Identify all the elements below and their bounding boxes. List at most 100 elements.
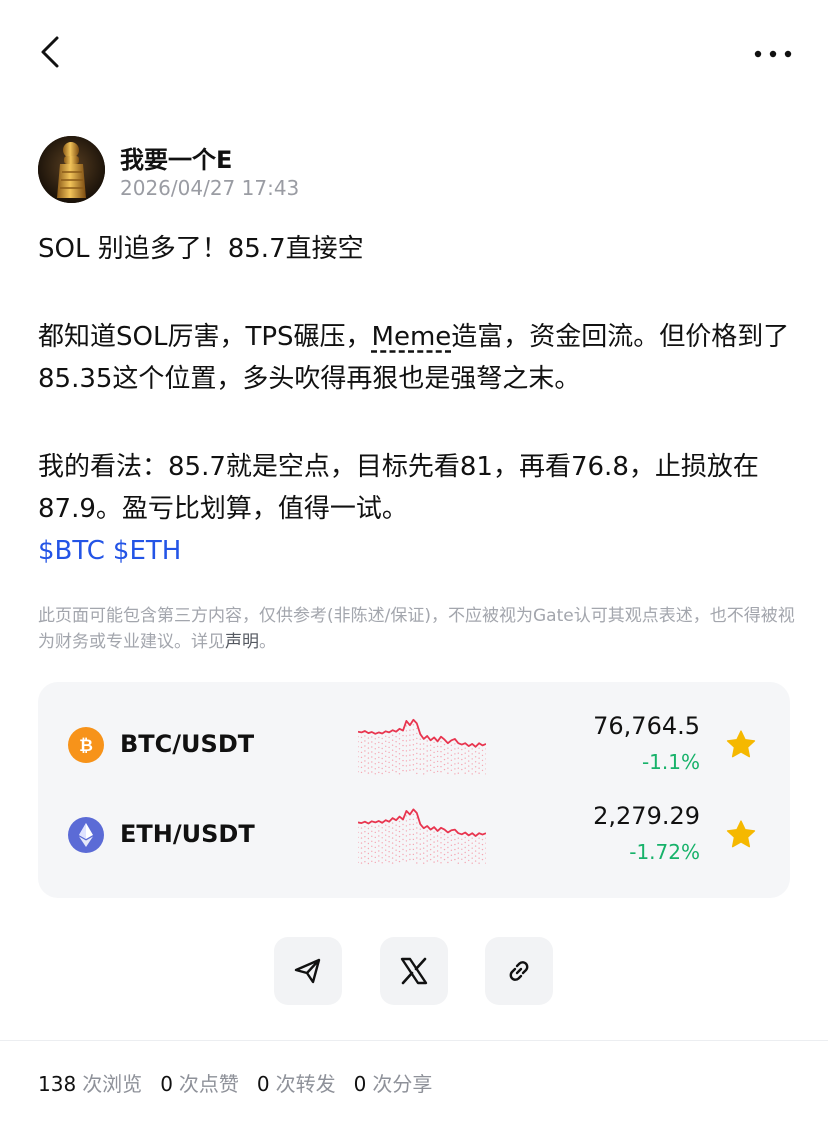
sparkline-fill-dot xyxy=(485,763,486,765)
star-icon[interactable] xyxy=(724,728,758,762)
sparkline-fill-dot xyxy=(358,826,359,829)
sparkline-fill-dot xyxy=(419,848,421,850)
sparkline-fill-dot xyxy=(416,847,418,849)
market-row-eth[interactable]: ETH/USDT 2,279.29 -1.72% xyxy=(38,790,790,880)
sparkline-fill-dot xyxy=(454,743,456,745)
sparkline-fill-dot xyxy=(402,754,404,757)
back-button[interactable] xyxy=(28,30,72,74)
sparkline-fill-dot xyxy=(423,748,425,750)
sparkline-chart xyxy=(358,718,486,775)
sparkline-fill-dot xyxy=(360,857,363,859)
sparkline-fill-dot xyxy=(378,845,380,847)
pair-name: BTC/USDT xyxy=(120,730,255,758)
sparkline-fill-dot xyxy=(402,838,404,841)
sparkline-fill-dot xyxy=(405,855,408,857)
sparkline-fill-dot xyxy=(416,857,418,859)
sparkline-fill-dot xyxy=(371,741,373,743)
sparkline-fill-dot xyxy=(367,862,370,865)
sparkline-fill-dot xyxy=(409,848,411,851)
stat-label: 次分享 xyxy=(372,1072,433,1096)
sparkline-fill-dot xyxy=(367,752,370,754)
sparkline-fill-dot xyxy=(364,760,366,762)
share-x-button[interactable] xyxy=(380,937,448,1005)
sparkline-fill-dot xyxy=(385,839,387,841)
sparkline-fill-dot xyxy=(395,746,397,748)
sparkline-fill-dot xyxy=(381,772,383,775)
sparkline-fill-dot xyxy=(450,769,453,771)
sparkline-fill-dot xyxy=(391,759,394,761)
sparkline-fill-dot xyxy=(461,858,463,860)
stat-number: 0 xyxy=(256,1072,270,1096)
sparkline-fill-dot xyxy=(474,850,477,852)
sparkline-fill-dot xyxy=(436,750,439,753)
star-icon[interactable] xyxy=(724,818,758,852)
sparkline-fill-dot xyxy=(478,767,480,769)
sparkline-fill-dot xyxy=(385,735,387,737)
more-options-button[interactable] xyxy=(748,32,798,76)
sparkline-fill-dot xyxy=(395,756,397,758)
sparkline-fill-dot xyxy=(433,761,435,764)
sparkline-fill-dot xyxy=(405,840,408,842)
sparkline-fill-dot xyxy=(468,839,470,842)
post-title: SOL 别追多了！85.7直接空 xyxy=(38,234,364,264)
sparkline-fill-dot xyxy=(405,825,408,827)
sparkline-fill-dot xyxy=(398,840,401,843)
sparkline-fill-dot xyxy=(412,769,415,771)
sparkline-fill-dot xyxy=(395,829,397,831)
statement-link[interactable]: 声明 xyxy=(225,632,259,652)
sparkline-fill-dot xyxy=(409,764,411,766)
stat-reposts: 0 次转发 xyxy=(257,1068,336,1097)
sparkline-fill-dot xyxy=(409,749,411,751)
author-name[interactable]: 我要一个E xyxy=(120,140,232,175)
sparkline-fill-dot xyxy=(461,853,463,855)
sparkline-fill-dot xyxy=(440,862,442,864)
sparkline-fill-dot xyxy=(478,747,480,749)
sparkline-fill-dot xyxy=(423,852,425,854)
sparkline-fill-dot xyxy=(378,761,380,764)
sparkline-fill-dot xyxy=(416,757,418,760)
more-dots-icon xyxy=(754,50,792,58)
sparkline-fill-dot xyxy=(450,849,453,851)
sparkline-fill-dot xyxy=(450,839,453,841)
sparkline-fill-dot xyxy=(478,762,480,764)
sparkline-fill-dot xyxy=(419,748,421,750)
sparkline-fill-dot xyxy=(409,853,411,856)
bitcoin-icon: ₿ xyxy=(68,727,104,763)
tag-btc[interactable]: $BTC xyxy=(38,536,105,566)
sparkline-fill-dot xyxy=(388,746,390,749)
sparkline-fill-dot xyxy=(454,858,456,861)
meme-term-link[interactable]: Meme xyxy=(372,322,452,352)
tag-eth[interactable]: $ETH xyxy=(113,536,181,566)
sparkline-fill-dot xyxy=(405,835,408,837)
sparkline-fill-dot xyxy=(423,842,425,844)
market-row-btc[interactable]: ₿ BTC/USDT 76,764.5 -1.1% xyxy=(38,700,790,790)
share-actions xyxy=(0,937,828,1007)
sparkline-fill-dot xyxy=(412,729,415,731)
sparkline-fill-dot xyxy=(395,741,397,743)
sparkline-fill-dot xyxy=(423,763,425,765)
sparkline-fill-dot xyxy=(419,843,421,845)
sparkline-fill-dot xyxy=(457,772,459,774)
sparkline-fill-dot xyxy=(371,766,373,768)
sparkline-fill-dot xyxy=(364,856,366,858)
sparkline-fill-dot xyxy=(481,764,484,767)
copy-link-button[interactable] xyxy=(485,937,553,1005)
sparkline-fill-dot xyxy=(440,842,442,844)
avatar[interactable] xyxy=(38,136,105,203)
sparkline-fill-dot xyxy=(398,845,401,848)
sparkline-fill-dot xyxy=(395,834,397,836)
sparkline-fill-dot xyxy=(388,741,390,744)
sparkline-fill-dot xyxy=(409,823,411,826)
stat-shares: 0 次分享 xyxy=(354,1068,433,1097)
sparkline-fill-dot xyxy=(454,758,456,760)
sparkline-fill-dot xyxy=(409,744,411,746)
sparkline-fill-dot xyxy=(464,846,466,849)
sparkline-fill-dot xyxy=(405,740,408,742)
sparkline-fill-dot xyxy=(388,831,390,833)
share-telegram-button[interactable] xyxy=(274,937,342,1005)
top-bar xyxy=(0,0,828,110)
sparkline-fill-dot xyxy=(454,833,456,836)
sparkline-fill-dot xyxy=(454,768,456,770)
sparkline-fill-dot xyxy=(485,773,486,775)
sparkline-fill-dot xyxy=(412,823,415,826)
